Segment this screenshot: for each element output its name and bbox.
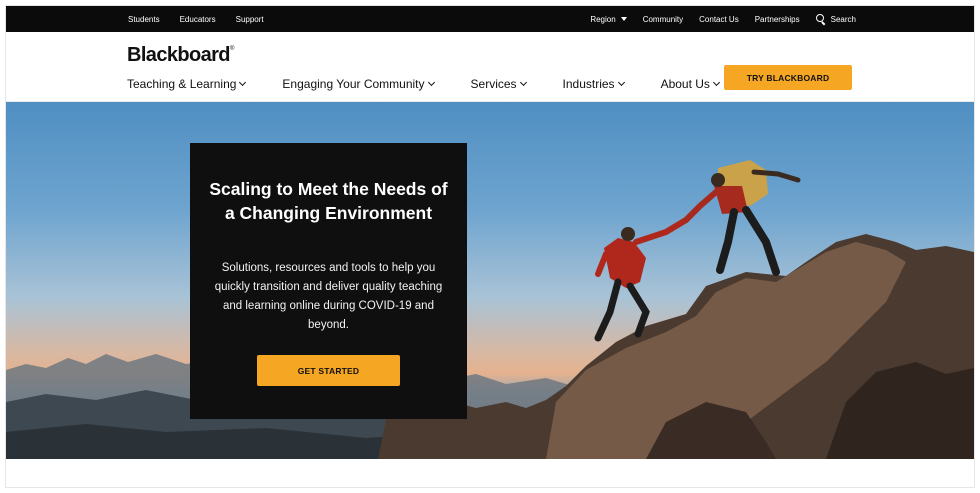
hero-card: Scaling to Meet the Needs of a Changing … <box>190 143 467 419</box>
utility-link-community[interactable]: Community <box>643 15 683 24</box>
nav-label: Engaging Your Community <box>282 77 425 91</box>
search-button[interactable]: Search <box>815 14 856 24</box>
hero-banner: Scaling to Meet the Needs of a Changing … <box>6 102 974 459</box>
chevron-down-icon <box>712 78 720 86</box>
nav-item-engaging-community[interactable]: Engaging Your Community <box>282 77 435 91</box>
chevron-down-icon <box>239 78 247 86</box>
primary-nav: Teaching & Learning Engaging Your Commun… <box>127 77 720 91</box>
nav-item-services[interactable]: Services <box>470 77 527 91</box>
nav-label: Services <box>470 77 517 91</box>
nav-item-industries[interactable]: Industries <box>562 77 625 91</box>
nav-item-teaching-learning[interactable]: Teaching & Learning <box>127 77 247 91</box>
utility-bar: Students Educators Support Region Commun… <box>6 6 974 32</box>
chevron-down-icon <box>519 78 527 86</box>
climbers-photo <box>6 160 974 459</box>
utility-link-students[interactable]: Students <box>128 15 160 24</box>
below-fold-area <box>6 459 974 487</box>
utility-right-links: Region Community Contact Us Partnerships… <box>590 6 856 32</box>
utility-link-educators[interactable]: Educators <box>180 15 216 24</box>
search-label: Search <box>830 14 856 24</box>
utility-link-contact-us[interactable]: Contact Us <box>699 15 739 24</box>
main-header: Blackboard® Teaching & Learning Engaging… <box>6 32 974 102</box>
page-frame: Students Educators Support Region Commun… <box>6 6 974 487</box>
registered-mark: ® <box>229 46 234 52</box>
region-label: Region <box>590 14 616 24</box>
hero-subtitle: Solutions, resources and tools to help y… <box>214 262 443 331</box>
nav-label: Teaching & Learning <box>127 77 237 91</box>
nav-label: Industries <box>562 77 615 91</box>
get-started-button[interactable]: GET STARTED <box>257 355 400 386</box>
utility-link-partnerships[interactable]: Partnerships <box>755 15 800 24</box>
blackboard-logo[interactable]: Blackboard® <box>127 44 234 67</box>
try-blackboard-button[interactable]: TRY BLACKBOARD <box>724 65 852 90</box>
utility-left-links: Students Educators Support <box>128 6 264 32</box>
chevron-down-icon <box>617 78 625 86</box>
hero-title: Scaling to Meet the Needs of a Changing … <box>209 179 448 223</box>
search-icon <box>815 14 826 24</box>
region-selector[interactable]: Region <box>590 14 627 24</box>
climber-upper <box>683 160 801 276</box>
logo-text: Blackboard <box>127 44 231 66</box>
utility-link-support[interactable]: Support <box>236 15 264 24</box>
caret-down-icon <box>620 17 627 21</box>
nav-item-about-us[interactable]: About Us <box>660 77 720 91</box>
chevron-down-icon <box>427 78 435 86</box>
nav-label: About Us <box>660 77 710 91</box>
